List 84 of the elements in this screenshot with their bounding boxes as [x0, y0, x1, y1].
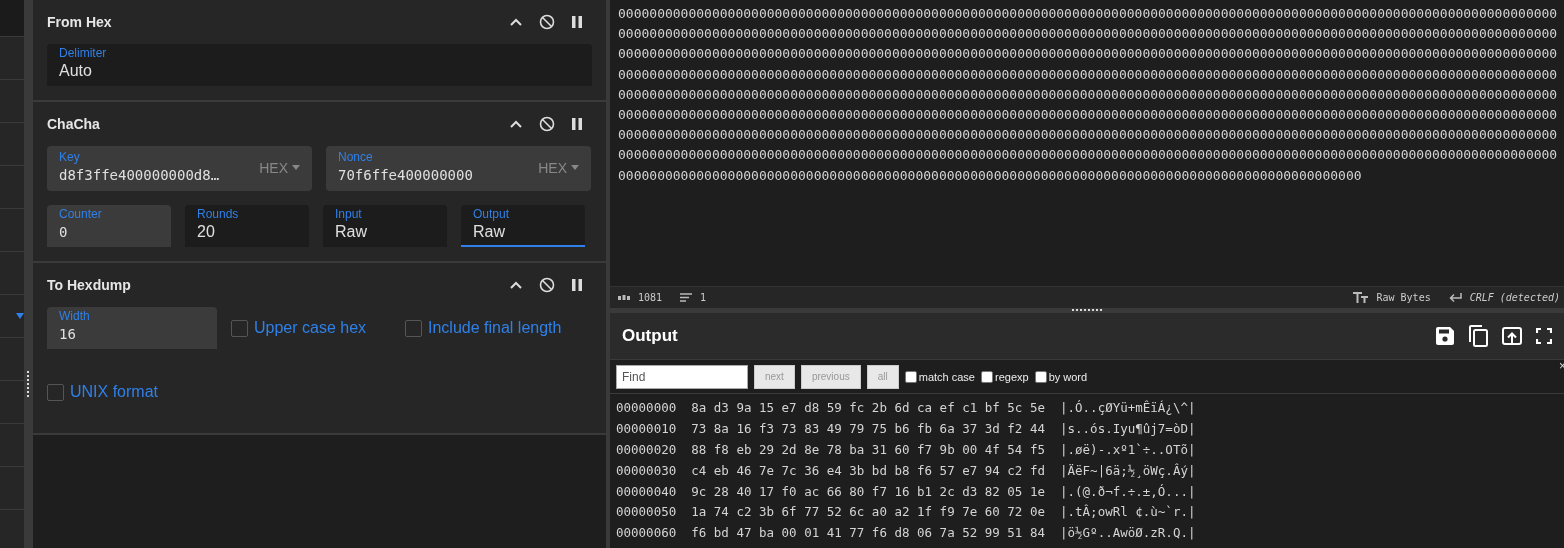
operation-list-item[interactable]: [0, 295, 24, 338]
dropdown-field[interactable]: Delimiter Auto: [47, 44, 592, 86]
input-field[interactable]: Key d8f3ffe400000000d8… HEX: [47, 146, 312, 191]
checkbox-label[interactable]: Upper case hex: [254, 319, 367, 337]
caret-icon[interactable]: [292, 165, 300, 170]
checkbox-label[interactable]: Include final length: [428, 319, 562, 337]
collapse-icon[interactable]: [510, 18, 522, 26]
pause-icon[interactable]: [572, 279, 582, 291]
checkbox[interactable]: [231, 319, 248, 337]
field-label: Key: [59, 149, 81, 164]
input-text-line[interactable]: 000000000000000000000000000000000000000000000000000000000000000000000000000000000000000000000000000000000000000000000000: [618, 84, 1564, 105]
checkbox-label[interactable]: by word: [1048, 370, 1088, 383]
hexdump-line: 00000010 73 8a 16 f3 73 83 49 79 75 b6 fb 6a 37 3d f2 44 |s..ós.Iyu¶ûj7=òD|: [616, 420, 1197, 439]
field-label: Nonce: [338, 149, 374, 164]
lines-icon[interactable]: [680, 293, 693, 303]
search-field[interactable]: Find: [616, 364, 748, 389]
input-text-line[interactable]: 000000000000000000000000000000000000000000000000000000000000000000000000000000000000000000000000000000000000000000000000: [618, 4, 1564, 25]
hexdump-line: 00000030 c4 eb 46 7e 7c 36 e4 3b bd b8 f6 57 e7 94 c2 fd |ÄëF~|6ä;½¸öWç.Âý|: [616, 461, 1197, 480]
field-value: d8f3ffe400000000d8…: [59, 165, 221, 185]
hexdump-line: 00000020 88 f8 eb 29 2d 8e 78 ba 31 60 f7 9b 00 4f 54 f5 |.øë)-.xº1`÷..OTõ|: [616, 441, 1197, 459]
caret-icon[interactable]: [571, 165, 579, 170]
return-icon[interactable]: [1448, 293, 1462, 303]
checkbox-label[interactable]: UNIX format: [70, 383, 158, 401]
fullscreen-icon[interactable]: [1536, 327, 1552, 344]
caret-icon: [16, 313, 24, 319]
input-text-line[interactable]: 000000000000000000000000000000000000000000000000000000000000000000000000000000000000000000000000000000000000000000000000: [618, 105, 1564, 126]
checkbox[interactable]: [47, 383, 64, 401]
field-label: Rounds: [197, 207, 240, 221]
input-text-line[interactable]: 000000000000000000000000000000000000000000000000000000000000000000000000000000000000000000000000000000000000000000000000: [618, 145, 1564, 166]
dropdown-field[interactable]: Output Raw: [461, 205, 585, 247]
character-count: 1081: [638, 292, 663, 304]
disable-icon[interactable]: [539, 277, 555, 293]
input-field[interactable]: Counter 0: [47, 205, 171, 247]
input-text-line[interactable]: 00000000000000000000000000000000000000000000000000000000000000000000000000000000000000000000000: [618, 165, 1564, 186]
input-field[interactable]: Width 16: [47, 307, 217, 349]
encoding-selector[interactable]: Raw Bytes: [1376, 292, 1431, 304]
field-label: Counter: [59, 207, 103, 221]
field-value: Raw: [473, 222, 506, 242]
hexdump-line: 00000040 9c 28 40 17 f0 ac 66 80 f7 16 b1 2c d3 82 05 1e |.(@.ð¬f.÷.±,Ó...|: [616, 482, 1197, 501]
hexdump-line: 00000050 1a 74 c2 3b 6f 77 52 6c a0 a2 1f f9 7e 60 72 0e |.tÂ;owRl ¢.ù~`r.|: [616, 503, 1197, 522]
search-field[interactable]: [0, 0, 24, 37]
checkbox[interactable]: [981, 370, 993, 383]
text-size-icon[interactable]: [1352, 292, 1369, 304]
operation-title: ChaCha: [47, 116, 100, 132]
field-label: Output: [473, 207, 511, 221]
operation-title: To Hexdump: [47, 277, 131, 293]
field-value: Auto: [59, 61, 93, 81]
field-value: 16: [59, 325, 77, 344]
field-label: Delimiter: [59, 46, 108, 60]
disable-icon[interactable]: [539, 14, 555, 30]
hexdump-line: 00000060 f6 bd 47 ba 00 01 41 77 f6 d8 06 7a 52 99 51 84 |ö½Gº..AwöØ.zR.Q.|: [616, 524, 1197, 543]
field-label: Input: [335, 207, 363, 221]
hexdump-line: 00000000 8a d3 9a 15 e7 d8 59 fc 2b 6d ca ef c1 bf 5c 5e |.Ó..çØYü+mÊïÁ¿\^|: [616, 399, 1197, 418]
input-text-line[interactable]: 000000000000000000000000000000000000000000000000000000000000000000000000000000000000000000000000000000000000000000000000: [618, 64, 1564, 85]
checkbox[interactable]: [904, 370, 917, 383]
checkbox[interactable]: [1034, 370, 1047, 383]
checkbox-label[interactable]: match case: [918, 370, 975, 383]
eol-selector[interactable]: CRLF (detected): [1469, 292, 1560, 304]
collapse-icon[interactable]: [510, 120, 522, 128]
field-value: Raw: [335, 222, 368, 242]
input-text-line[interactable]: 000000000000000000000000000000000000000000000000000000000000000000000000000000000000000000000000000000000000000000000000: [618, 125, 1564, 146]
field-value: 20: [197, 222, 216, 242]
operation-title: From Hex: [47, 14, 112, 30]
line-count: 1: [700, 292, 707, 304]
copy-icon[interactable]: [1468, 324, 1488, 347]
dropdown-field[interactable]: Input Raw: [323, 205, 447, 247]
input-text-line[interactable]: 000000000000000000000000000000000000000000000000000000000000000000000000000000000000000000000000000000000000000000000000: [618, 44, 1564, 65]
checkbox-label[interactable]: regexp: [995, 370, 1029, 383]
input-text-line[interactable]: 000000000000000000000000000000000000000000000000000000000000000000000000000000000000000000000000000000000000000000000000: [618, 24, 1564, 45]
pause-icon[interactable]: [572, 118, 582, 130]
save-icon[interactable]: [1436, 326, 1454, 345]
disable-icon[interactable]: [539, 116, 555, 132]
resize-handle[interactable]: [26, 371, 31, 397]
dropdown-field[interactable]: Rounds 20: [185, 205, 309, 247]
input-field[interactable]: Nonce 70f6ffe400000000 HEX: [326, 146, 591, 191]
char-count-icon[interactable]: [618, 294, 630, 301]
output-title: Output: [622, 325, 678, 346]
upload-icon[interactable]: [1502, 326, 1522, 345]
pause-icon[interactable]: [572, 16, 582, 28]
collapse-icon[interactable]: [510, 281, 522, 289]
field-value: 70f6ffe400000000: [338, 165, 474, 185]
checkbox[interactable]: [405, 319, 422, 337]
field-label: Width: [59, 309, 91, 323]
field-value: 0: [59, 223, 69, 242]
